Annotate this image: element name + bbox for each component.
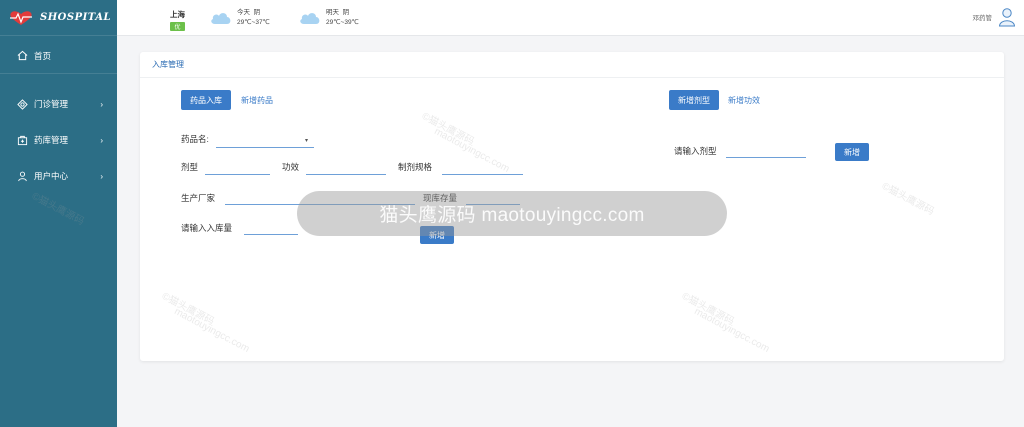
qty-label: 请输入入库量: [181, 223, 233, 233]
sidebar-item-home[interactable]: 首页: [0, 38, 117, 74]
dosage-label: 剂型: [181, 162, 199, 172]
top-header: 上海 优 今天 阴 29℃~37℃ 明天 阴 29℃~39℃ 邓药管: [117, 0, 1024, 36]
weather-temp: 29℃~37℃: [237, 19, 270, 26]
weather-day-label: 明天: [326, 9, 339, 16]
heart-pulse-icon: [10, 10, 32, 25]
new-dosage-input[interactable]: [726, 157, 806, 158]
weather-today: 今天 阴 29℃~37℃: [209, 8, 270, 28]
user-icon: [16, 170, 28, 182]
sidebar: SHOSPITAL 首页 门诊管理 › 药库管理 › 用户中心 ›: [0, 0, 117, 427]
sidebar-item-clinic[interactable]: 门诊管理 ›: [0, 86, 117, 122]
dosage-input[interactable]: [205, 174, 270, 175]
home-icon: [16, 50, 28, 62]
weather-condition: 阴: [253, 9, 261, 16]
sidebar-item-pharmacy[interactable]: 药库管理 ›: [0, 122, 117, 158]
tab-add-dosage[interactable]: 新增剂型: [669, 90, 719, 110]
dosage-input-label: 请输入剂型: [674, 146, 717, 156]
add-dosage-button[interactable]: 新增: [835, 143, 869, 161]
logo: SHOSPITAL: [0, 0, 117, 36]
cloud-icon: [211, 13, 231, 24]
efficacy-label: 功效: [282, 162, 300, 172]
sidebar-item-label: 用户中心: [34, 171, 69, 181]
tab-add-drug[interactable]: 新增药品: [232, 90, 282, 110]
chevron-right-icon: ›: [100, 171, 103, 181]
tab-drug-stock-in[interactable]: 药品入库: [181, 90, 231, 110]
qty-input[interactable]: [244, 234, 298, 235]
sidebar-item-label: 门诊管理: [34, 99, 69, 109]
cloud-icon: [300, 13, 320, 24]
weather-day-label: 今天: [237, 9, 250, 16]
pharmacy-icon: [16, 134, 28, 146]
logo-text: SHOSPITAL: [40, 12, 111, 23]
maker-label: 生产厂家: [181, 193, 216, 203]
clinic-icon: [16, 98, 28, 110]
username: 邓药管: [972, 15, 993, 22]
aqi-badge: 优: [170, 22, 185, 31]
user-menu[interactable]: 邓药管: [973, 7, 1017, 27]
drug-name-label: 药品名:: [181, 134, 209, 144]
sidebar-item-label: 药库管理: [34, 135, 69, 145]
sidebar-item-label: 首页: [34, 50, 52, 61]
spec-label: 制剂规格: [398, 162, 433, 172]
efficacy-input[interactable]: [306, 174, 386, 175]
spec-input[interactable]: [442, 174, 523, 175]
chevron-down-icon: ▾: [305, 138, 309, 144]
weather-condition: 阴: [342, 9, 350, 16]
chevron-right-icon: ›: [100, 99, 103, 109]
sidebar-item-user-center[interactable]: 用户中心 ›: [0, 158, 117, 194]
city-block: 上海 优: [170, 9, 185, 31]
chevron-right-icon: ›: [100, 135, 103, 145]
drug-name-select[interactable]: [216, 147, 314, 148]
weather-tomorrow: 明天 阴 29℃~39℃: [298, 8, 359, 28]
tab-add-efficacy[interactable]: 新增功效: [719, 90, 769, 110]
city-name: 上海: [170, 10, 185, 19]
watermark-text: 猫头鹰源码 maotouyingcc.com: [379, 205, 645, 226]
weather-temp: 29℃~39℃: [326, 19, 359, 26]
avatar: [998, 8, 1016, 27]
watermark-banner: 猫头鹰源码 maotouyingcc.com: [297, 191, 727, 236]
card-title: 入库管理: [140, 52, 1004, 78]
